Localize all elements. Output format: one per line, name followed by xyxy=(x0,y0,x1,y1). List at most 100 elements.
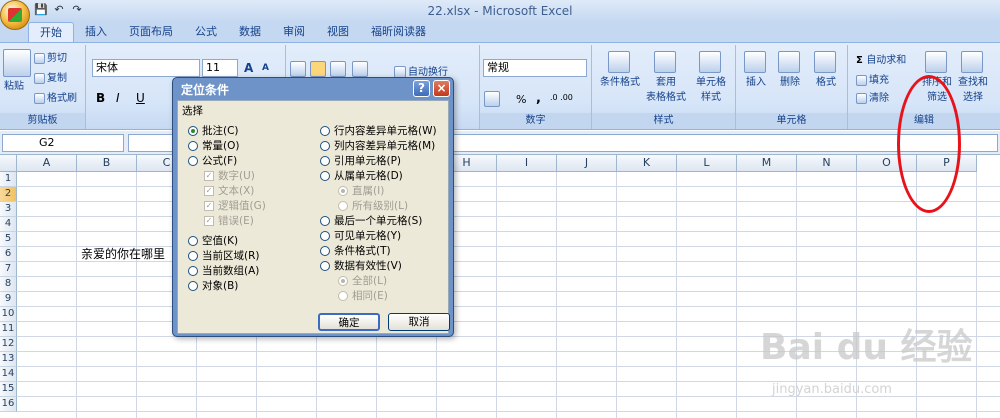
align-top-icon[interactable] xyxy=(290,61,308,77)
name-box[interactable]: G2 xyxy=(2,134,124,152)
row-header-1[interactable]: 1 xyxy=(0,172,17,187)
row-header-2[interactable]: 2 xyxy=(0,187,17,202)
tab-5[interactable]: 审阅 xyxy=(272,22,316,42)
format-as-table-button[interactable]: 套用 表格格式 xyxy=(646,51,686,103)
radio-option[interactable]: 条件格式(T) xyxy=(320,243,391,258)
column-header-M[interactable]: M xyxy=(737,155,797,172)
percent-button[interactable]: % xyxy=(516,93,526,106)
column-header-B[interactable]: B xyxy=(77,155,137,172)
checkbox-label: 逻辑值(G) xyxy=(218,200,266,212)
underline-button[interactable]: U xyxy=(136,91,145,105)
radio-option[interactable]: 常量(O) xyxy=(188,138,239,153)
radio-option[interactable]: 当前区域(R) xyxy=(188,248,260,263)
format-painter-button[interactable]: 格式刷 xyxy=(34,89,77,104)
conditional-format-button[interactable]: 条件格式 xyxy=(600,51,640,88)
column-header-I[interactable]: I xyxy=(497,155,557,172)
cell-styles-button[interactable]: 单元格 样式 xyxy=(696,51,726,103)
tab-1[interactable]: 插入 xyxy=(74,22,118,42)
align-bottom-icon[interactable] xyxy=(330,61,348,77)
increase-decimal-button[interactable]: .0 .00 xyxy=(550,93,573,102)
font-name-select[interactable]: 宋体 xyxy=(92,59,200,77)
shrink-font-button[interactable]: A xyxy=(262,63,269,73)
bold-button[interactable]: B xyxy=(96,91,105,105)
fill-icon xyxy=(856,74,867,86)
row-header-7[interactable]: 7 xyxy=(0,262,17,277)
delete-cells-button[interactable]: 删除 xyxy=(778,51,802,88)
radio-option[interactable]: 引用单元格(P) xyxy=(320,153,401,168)
insert-cells-button[interactable]: 插入 xyxy=(744,51,768,88)
orientation-icon[interactable] xyxy=(352,61,370,77)
fill-button[interactable]: 填充 xyxy=(856,71,889,86)
align-middle-icon[interactable] xyxy=(310,61,328,77)
radio-option[interactable]: 列内容差异单元格(M) xyxy=(320,138,435,153)
tab-2[interactable]: 页面布局 xyxy=(118,22,184,42)
radio-option[interactable]: 可见单元格(Y) xyxy=(320,228,401,243)
office-button[interactable] xyxy=(0,0,30,30)
row-header-6[interactable]: 6 xyxy=(0,247,17,262)
radio-label: 当前区域(R) xyxy=(202,250,260,262)
italic-button[interactable]: I xyxy=(116,91,120,105)
radio-option[interactable]: 对象(B) xyxy=(188,278,238,293)
column-header-J[interactable]: J xyxy=(557,155,617,172)
clear-button[interactable]: 清除 xyxy=(856,89,889,104)
font-size-select[interactable]: 11 xyxy=(202,59,238,77)
cut-button[interactable]: 剪切 xyxy=(34,49,67,64)
row-header-3[interactable]: 3 xyxy=(0,202,17,217)
ok-button[interactable]: 确定 xyxy=(318,313,380,331)
number-format-select[interactable]: 常规 xyxy=(483,59,587,77)
row-header-4[interactable]: 4 xyxy=(0,217,17,232)
find-select-button[interactable]: 查找和 选择 xyxy=(958,51,988,103)
ribbon: 粘贴 剪切 复制 格式刷 剪贴板 宋体 11 A A B I U 自动换行 常规… xyxy=(0,42,1000,130)
row-header-14[interactable]: 14 xyxy=(0,367,17,382)
row-header-15[interactable]: 15 xyxy=(0,382,17,397)
cancel-button[interactable]: 取消 xyxy=(388,313,450,331)
tab-6[interactable]: 视图 xyxy=(316,22,360,42)
radio-option[interactable]: 从属单元格(D) xyxy=(320,168,403,183)
row-header-11[interactable]: 11 xyxy=(0,322,17,337)
group-label: 剪贴板 xyxy=(0,113,85,129)
tab-3[interactable]: 公式 xyxy=(184,22,228,42)
radio-option[interactable]: 公式(F) xyxy=(188,153,237,168)
paste-button[interactable]: 粘贴 xyxy=(3,49,31,92)
radio-icon xyxy=(320,215,330,226)
radio-option[interactable]: 数据有效性(V) xyxy=(320,258,402,273)
radio-label: 数据有效性(V) xyxy=(334,260,402,272)
row-header-12[interactable]: 12 xyxy=(0,337,17,352)
radio-label: 从属单元格(D) xyxy=(334,170,403,182)
comma-button[interactable]: , xyxy=(536,91,541,106)
tab-7[interactable]: 福昕阅读器 xyxy=(360,22,437,42)
checkbox-icon: ✓ xyxy=(204,170,214,181)
copy-button[interactable]: 复制 xyxy=(34,69,67,84)
tab-4[interactable]: 数据 xyxy=(228,22,272,42)
close-button[interactable]: × xyxy=(433,80,450,97)
grow-font-button[interactable]: A xyxy=(244,61,253,75)
radio-icon xyxy=(320,260,330,271)
office-logo-icon xyxy=(8,8,22,22)
radio-option[interactable]: 最后一个单元格(S) xyxy=(320,213,422,228)
autosum-button[interactable]: Σ 自动求和 xyxy=(856,51,906,66)
cell-B6[interactable]: 亲爱的你在哪里 xyxy=(81,245,165,262)
radio-icon xyxy=(188,125,198,136)
row-header-13[interactable]: 13 xyxy=(0,352,17,367)
row-header-5[interactable]: 5 xyxy=(0,232,17,247)
radio-option[interactable]: 当前数组(A) xyxy=(188,263,259,278)
wrap-text-button[interactable]: 自动换行 xyxy=(394,63,448,78)
help-button[interactable]: ? xyxy=(413,80,430,97)
row-header-10[interactable]: 10 xyxy=(0,307,17,322)
format-cells-button[interactable]: 格式 xyxy=(814,51,838,88)
row-header-16[interactable]: 16 xyxy=(0,397,17,412)
grid-line xyxy=(17,306,1000,307)
row-header-9[interactable]: 9 xyxy=(0,292,17,307)
radio-option[interactable]: 行内容差异单元格(W) xyxy=(320,123,437,138)
row-header-8[interactable]: 8 xyxy=(0,277,17,292)
select-all-corner[interactable] xyxy=(0,155,17,172)
column-header-N[interactable]: N xyxy=(797,155,857,172)
column-header-L[interactable]: L xyxy=(677,155,737,172)
radio-option[interactable]: 空值(K) xyxy=(188,233,238,248)
column-header-K[interactable]: K xyxy=(617,155,677,172)
radio-option[interactable]: 批注(C) xyxy=(188,123,239,138)
column-header-A[interactable]: A xyxy=(17,155,77,172)
currency-icon[interactable] xyxy=(484,91,502,107)
delete-icon xyxy=(778,51,800,73)
tab-0[interactable]: 开始 xyxy=(28,22,74,42)
